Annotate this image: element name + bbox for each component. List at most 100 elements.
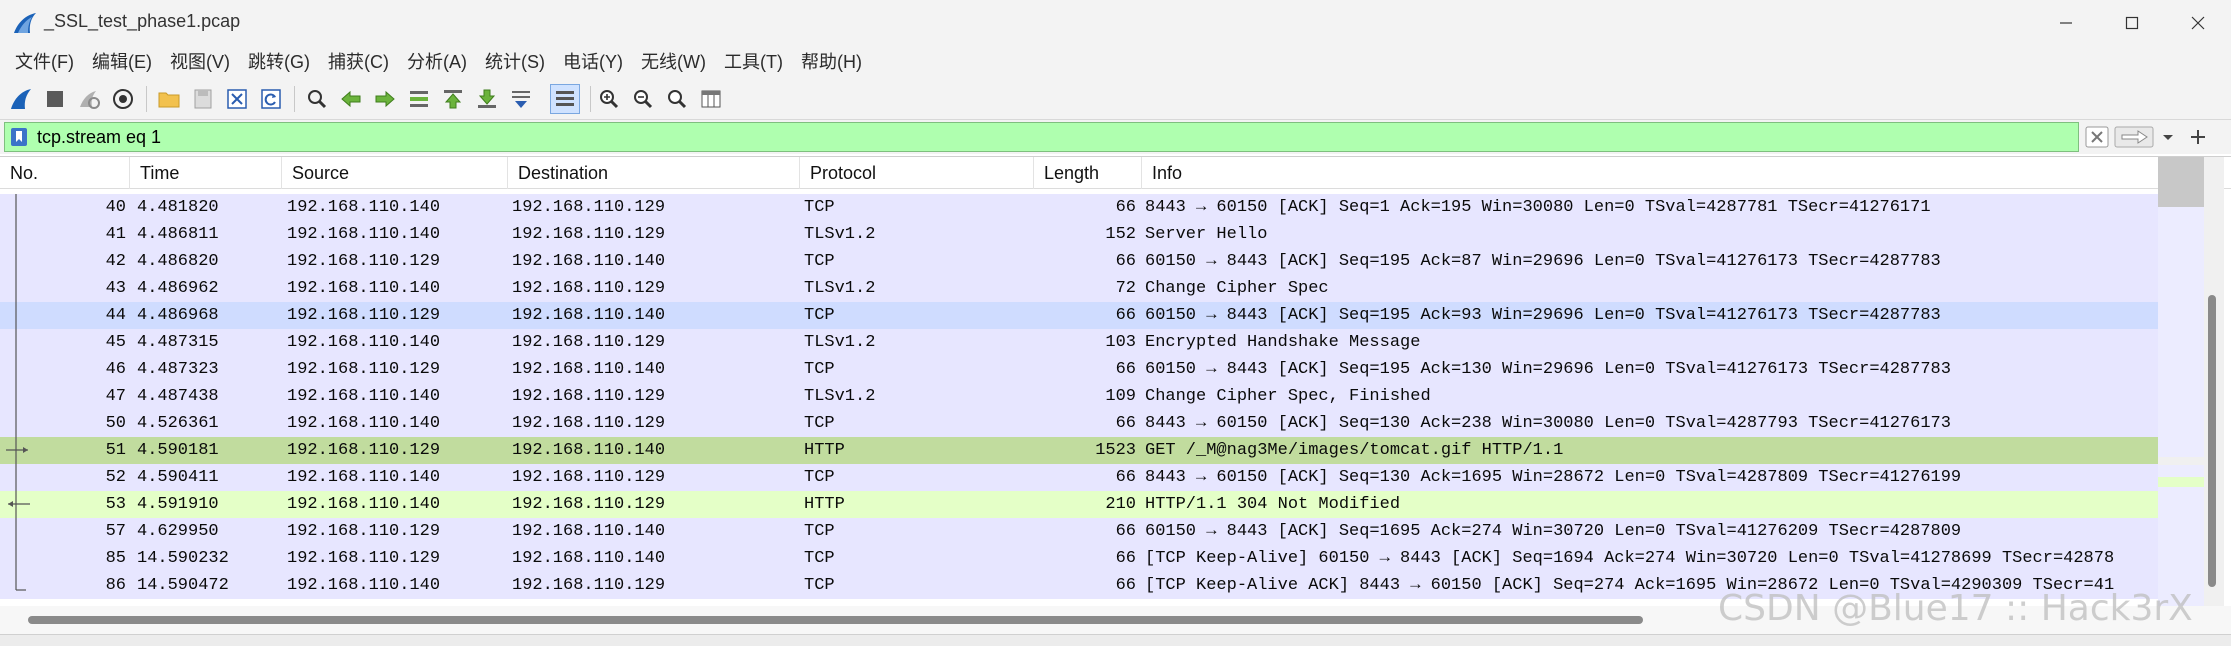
packet-row[interactable]: 42 4.486820 192.168.110.129 192.168.110.140…: [0, 248, 2158, 275]
menu-tools[interactable]: 工具(T): [715, 46, 792, 78]
menu-analyze[interactable]: 分析(A): [398, 46, 476, 78]
go-to-packet-icon: [410, 91, 428, 107]
add-filter-button[interactable]: [2184, 123, 2212, 151]
packet-info: 60150 → 8443 [ACK] Seq=1695 Ack=274 Win=…: [1145, 522, 1962, 541]
first-packet-button[interactable]: [438, 84, 468, 114]
packet-row[interactable]: 44 4.486968 192.168.110.129 192.168.110.140…: [0, 302, 2158, 329]
horizontal-scrollbar[interactable]: [0, 606, 2231, 634]
packet-row[interactable]: 46 4.487323 192.168.110.129 192.168.110.140…: [0, 356, 2158, 383]
zoom-in-button[interactable]: [594, 84, 624, 114]
menu-wireless[interactable]: 无线(W): [632, 46, 715, 78]
menu-view[interactable]: 视图(V): [161, 46, 239, 78]
column-header-length[interactable]: Length: [1034, 157, 1142, 189]
packet-info: 8443 → 60150 [ACK] Seq=130 Ack=1695 Win=…: [1145, 468, 1962, 487]
open-file-button[interactable]: [154, 84, 184, 114]
packet-row[interactable]: 47 4.487438 192.168.110.140 192.168.110.129…: [0, 383, 2158, 410]
bookmark-icon[interactable]: [10, 127, 28, 147]
packet-time: 4.590411: [137, 468, 219, 487]
packet-destination: 192.168.110.129: [512, 495, 666, 514]
find-packet-button[interactable]: [302, 84, 332, 114]
shark-fin-start-icon: [11, 89, 31, 109]
vertical-scrollbar[interactable]: [2158, 157, 2224, 607]
column-header-protocol[interactable]: Protocol: [800, 157, 1034, 189]
capture-options-button[interactable]: [108, 84, 138, 114]
packet-row[interactable]: 41 4.486811 192.168.110.140 192.168.110.129…: [0, 221, 2158, 248]
menu-statistics[interactable]: 统计(S): [476, 46, 554, 78]
close-file-button[interactable]: [222, 84, 252, 114]
menu-edit[interactable]: 编辑(E): [83, 46, 161, 78]
packet-source: 192.168.110.140: [287, 225, 441, 244]
horizontal-scroll-thumb[interactable]: [28, 616, 1643, 624]
go-to-packet-button[interactable]: [404, 84, 434, 114]
menu-file[interactable]: 文件(F): [6, 46, 83, 78]
packet-row[interactable]: 86 14.590472 192.168.110.140 192.168.110.12…: [0, 572, 2158, 599]
packet-row[interactable]: 40 4.481820 192.168.110.140 192.168.110.129…: [0, 194, 2158, 221]
clear-filter-icon[interactable]: [2085, 126, 2109, 148]
packet-row[interactable]: 45 4.487315 192.168.110.140 192.168.110.129…: [0, 329, 2158, 356]
normal-size-icon: [668, 90, 687, 109]
go-forward-button[interactable]: [370, 84, 400, 114]
autoscroll-button[interactable]: [506, 84, 536, 114]
display-filter-field[interactable]: [4, 122, 2079, 152]
packet-info: [TCP Keep-Alive] 60150 → 8443 [ACK] Seq=…: [1145, 549, 2115, 568]
last-packet-button[interactable]: [472, 84, 502, 114]
response-arrow-icon: [8, 491, 30, 518]
chevron-down-icon[interactable]: [2158, 126, 2178, 148]
close-window-button[interactable]: [2165, 0, 2231, 46]
packet-time: 14.590472: [137, 576, 229, 595]
packet-row[interactable]: 57 4.629950 192.168.110.129 192.168.110.140…: [0, 518, 2158, 545]
resize-columns-button[interactable]: [696, 84, 726, 114]
packet-destination: 192.168.110.129: [512, 414, 666, 433]
detail-pane-splitter[interactable]: [0, 634, 2231, 646]
apply-filter-icon[interactable]: [2114, 126, 2154, 148]
menu-help[interactable]: 帮助(H): [792, 46, 871, 78]
last-packet-icon: [478, 89, 496, 108]
packet-protocol: HTTP: [804, 441, 845, 460]
packet-row[interactable]: 53 4.591910 192.168.110.140 192.168.110.129…: [0, 491, 2158, 518]
colorize-button[interactable]: [550, 84, 580, 114]
menu-capture[interactable]: 捕获(C): [319, 46, 398, 78]
packet-protocol: TCP: [804, 522, 835, 541]
stop-capture-button[interactable]: [40, 84, 70, 114]
packet-row[interactable]: 85 14.590232 192.168.110.129 192.168.110.14…: [0, 545, 2158, 572]
start-capture-button[interactable]: [6, 84, 36, 114]
packet-row[interactable]: 43 4.486962 192.168.110.140 192.168.110.129…: [0, 275, 2158, 302]
related-packet-line-icon: [15, 221, 17, 248]
wireshark-fin-icon: [14, 13, 36, 33]
menu-telephony[interactable]: 电话(Y): [554, 46, 632, 78]
packet-length: 103: [1105, 333, 1136, 352]
go-back-button[interactable]: [336, 84, 366, 114]
restart-capture-button[interactable]: [74, 84, 104, 114]
packet-destination: 192.168.110.140: [512, 252, 666, 271]
minimize-button[interactable]: [2033, 0, 2099, 46]
zoom-out-button[interactable]: [628, 84, 658, 114]
menu-go[interactable]: 跳转(G): [239, 46, 319, 78]
column-header-destination[interactable]: Destination: [508, 157, 800, 189]
minimap-http: [2158, 477, 2204, 487]
packet-row[interactable]: 51 4.590181 192.168.110.129 192.168.110.140…: [0, 437, 2158, 464]
display-filter-input[interactable]: [37, 123, 2077, 151]
reload-file-button[interactable]: [256, 84, 286, 114]
column-header-no[interactable]: No.: [0, 157, 130, 189]
toolbar-separator: [146, 86, 147, 112]
column-header-source[interactable]: Source: [282, 157, 508, 189]
packet-row[interactable]: 52 4.590411 192.168.110.140 192.168.110.129…: [0, 464, 2158, 491]
column-header-info[interactable]: Info: [1142, 157, 2158, 189]
packet-source: 192.168.110.140: [287, 333, 441, 352]
packet-number: 50: [105, 414, 126, 433]
packet-minimap[interactable]: [2158, 157, 2204, 607]
toolbar-separator: [590, 86, 591, 112]
zoom-out-icon: [634, 90, 653, 109]
column-header-time[interactable]: Time: [130, 157, 282, 189]
vertical-scroll-thumb[interactable]: [2208, 295, 2216, 587]
packet-row[interactable]: 50 4.526361 192.168.110.140 192.168.110.129…: [0, 410, 2158, 437]
plus-icon: [2191, 130, 2205, 144]
packet-destination: 192.168.110.129: [512, 225, 666, 244]
go-back-icon: [341, 90, 361, 108]
packet-info: Change Cipher Spec, Finished: [1145, 387, 1431, 406]
request-arrow-icon: [6, 437, 28, 464]
maximize-button[interactable]: [2099, 0, 2165, 46]
normal-size-button[interactable]: [662, 84, 692, 114]
packet-time: 4.526361: [137, 414, 219, 433]
save-file-button[interactable]: [188, 84, 218, 114]
